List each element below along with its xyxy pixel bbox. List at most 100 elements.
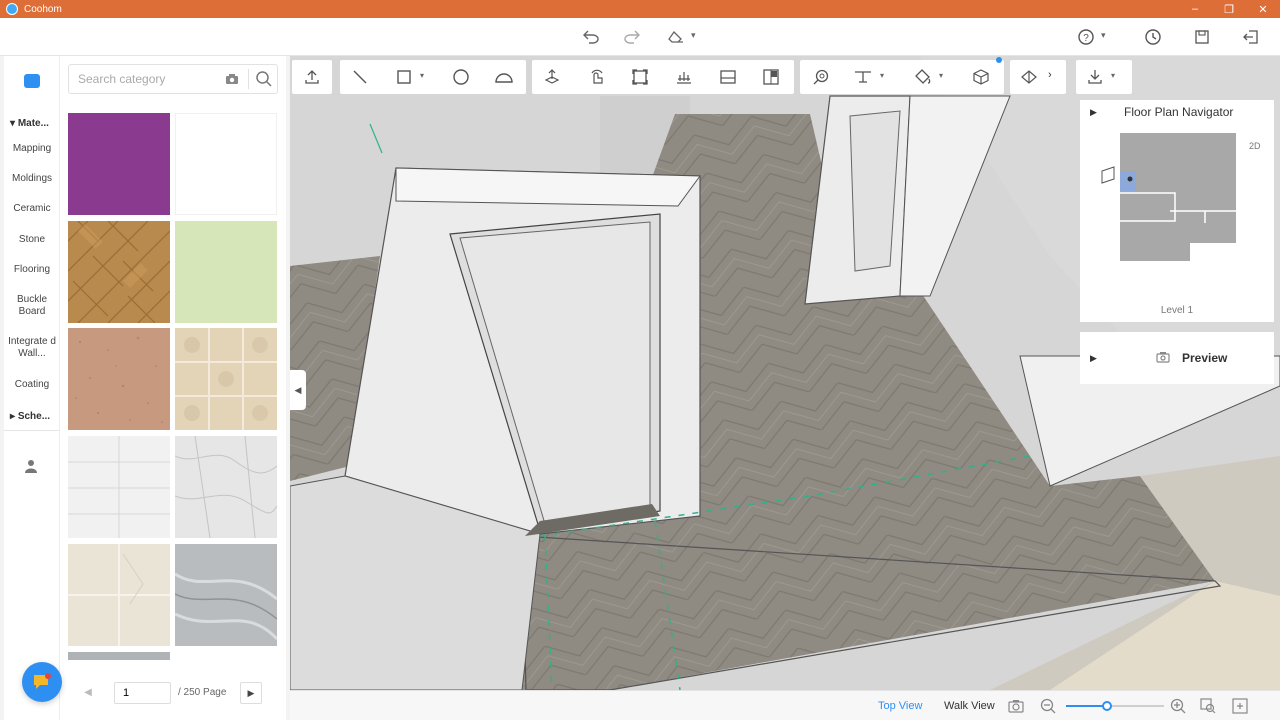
tab-top-view[interactable]: Top View xyxy=(878,700,922,712)
top-bar: ▾ ? ▾ xyxy=(0,18,1280,56)
rectangle-dropdown-icon[interactable]: ▾ xyxy=(420,71,424,80)
window-controls: – ❐ ✕ xyxy=(1178,0,1280,18)
material-swatch-partial[interactable] xyxy=(68,652,170,660)
material-swatch-beige-tile[interactable] xyxy=(175,328,277,430)
zoom-slider-knob[interactable] xyxy=(1102,701,1113,711)
preview-toggle-icon[interactable]: ▶ xyxy=(1090,353,1097,364)
clock-icon[interactable] xyxy=(1143,27,1163,47)
eraser-dropdown-icon[interactable]: ▾ xyxy=(691,30,696,41)
category-item-moldings[interactable]: Moldings xyxy=(4,173,60,185)
user-icon[interactable] xyxy=(24,459,38,473)
material-library-icon[interactable] xyxy=(24,74,40,88)
material-swatch-grey-marble[interactable] xyxy=(174,544,279,646)
redo-icon[interactable] xyxy=(622,27,642,47)
rectangle-tool-icon[interactable] xyxy=(394,67,414,87)
navigator-2d-toggle[interactable]: 2D xyxy=(1249,141,1261,151)
material-swatch-white-tile[interactable] xyxy=(68,436,170,538)
material-swatch-cream-marble[interactable] xyxy=(68,544,170,646)
category-item-buckle-board[interactable]: Buckle Board xyxy=(4,294,60,318)
maximize-button[interactable]: ❐ xyxy=(1212,0,1246,18)
navigator-toggle-icon[interactable]: ▶ xyxy=(1090,107,1097,118)
page-total-label: / 250 Page xyxy=(178,687,227,698)
prev-page-button[interactable]: ◀ xyxy=(78,682,98,702)
cube-icon[interactable] xyxy=(971,67,991,87)
line-tool-icon[interactable] xyxy=(350,67,370,87)
search-icon[interactable] xyxy=(255,70,273,88)
zoom-in-icon[interactable] xyxy=(1170,698,1186,714)
frame-select-icon[interactable] xyxy=(630,67,650,87)
scheme-category-header[interactable]: ▸ Sche... xyxy=(10,411,50,422)
align-icon[interactable] xyxy=(674,67,694,87)
zoom-fit-icon[interactable] xyxy=(1200,698,1216,714)
undo-icon[interactable] xyxy=(581,27,601,47)
exit-icon[interactable] xyxy=(1241,27,1261,47)
upload-icon[interactable] xyxy=(302,67,322,87)
help-icon[interactable]: ? xyxy=(1076,27,1096,47)
help-dropdown-icon[interactable]: ▾ xyxy=(1101,30,1106,41)
screenshot-icon[interactable] xyxy=(1008,698,1024,714)
cream-marble-texture xyxy=(68,544,170,646)
grey-marble-texture xyxy=(174,544,279,646)
measure-dropdown-icon[interactable]: ▾ xyxy=(880,71,884,80)
category-rail: ▾ Mate... Mapping Moldings Ceramic Stone… xyxy=(4,56,60,720)
arc-tool-icon[interactable] xyxy=(494,67,514,87)
circle-tool-icon[interactable] xyxy=(451,67,471,87)
save-icon[interactable] xyxy=(1192,27,1212,47)
camera-icon xyxy=(1156,352,1170,363)
category-item-integrated-wall[interactable]: Integrate d Wall... xyxy=(4,336,60,360)
material-swatch-terrazzo[interactable] xyxy=(68,328,170,430)
paint-bucket-icon[interactable] xyxy=(913,67,933,87)
paint-dropdown-icon[interactable]: ▾ xyxy=(939,71,943,80)
toolgroup-section: › xyxy=(996,57,1066,94)
category-item-stone[interactable]: Stone xyxy=(4,234,60,246)
measure-icon[interactable] xyxy=(853,67,873,87)
panel-collapse-handle[interactable]: ◀ xyxy=(290,370,306,410)
fullscreen-icon[interactable] xyxy=(1232,698,1248,714)
category-item-mapping[interactable]: Mapping xyxy=(4,143,60,155)
floor-plan-navigator: ▶ Floor Plan Navigator 2D Level 1 xyxy=(1080,100,1274,322)
push-pull-icon[interactable] xyxy=(542,67,562,87)
download-dropdown-icon[interactable]: ▾ xyxy=(1111,71,1115,80)
materials-category-label: Mate... xyxy=(17,118,49,129)
toolgroup-view: ▾ ▾ xyxy=(800,60,1004,94)
category-item-flooring[interactable]: Flooring xyxy=(4,264,60,276)
next-page-button[interactable]: ▶ xyxy=(240,682,262,704)
toolgroup-modify xyxy=(532,60,794,94)
material-swatch-herringbone-wood[interactable] xyxy=(67,220,171,324)
floor-plan-minimap[interactable] xyxy=(1100,133,1240,263)
chat-support-button[interactable] xyxy=(22,662,62,702)
material-swatch-white[interactable] xyxy=(175,113,277,215)
tab-walk-view[interactable]: Walk View xyxy=(944,700,995,712)
page-number-input[interactable] xyxy=(114,682,171,704)
camera-search-icon[interactable] xyxy=(225,73,239,85)
close-button[interactable]: ✕ xyxy=(1246,0,1280,18)
eraser-icon[interactable] xyxy=(666,27,686,47)
minimize-button[interactable]: – xyxy=(1178,0,1212,18)
chat-icon xyxy=(34,673,51,689)
herringbone-wood-texture xyxy=(67,220,171,324)
category-item-ceramic[interactable]: Ceramic xyxy=(4,203,60,215)
material-swatch-light-green[interactable] xyxy=(175,221,277,323)
svg-text:?: ? xyxy=(1083,33,1089,44)
panel-tool-icon[interactable] xyxy=(718,67,738,87)
more-tools-icon[interactable]: › xyxy=(1048,69,1052,81)
scheme-category-label: Sche... xyxy=(17,411,51,422)
material-swatch-white-marble[interactable] xyxy=(174,435,278,539)
zoom-slider[interactable] xyxy=(1066,701,1164,711)
section-cut-icon[interactable] xyxy=(1019,67,1039,87)
navigator-level-label: Level 1 xyxy=(1160,305,1194,316)
search-input[interactable] xyxy=(69,65,219,93)
download-icon[interactable] xyxy=(1085,67,1105,87)
category-item-coating[interactable]: Coating xyxy=(4,379,60,391)
rotate-hand-icon[interactable] xyxy=(587,67,607,87)
zoom-target-icon[interactable] xyxy=(811,67,831,87)
zoom-out-icon[interactable] xyxy=(1040,698,1056,714)
pagination: ◀ / 250 Page ▶ xyxy=(60,678,286,708)
toolgroup-export: ▾ xyxy=(1076,60,1132,94)
preview-panel[interactable]: ▶ Preview xyxy=(1080,332,1274,384)
material-panel: ◀ / 250 Page ▶ xyxy=(60,56,286,720)
material-swatch-purple[interactable] xyxy=(68,113,170,215)
layout-tool-icon[interactable] xyxy=(761,67,781,87)
bottom-bar: Top View Walk View xyxy=(290,690,1280,720)
materials-category-header[interactable]: ▾ Mate... xyxy=(10,118,49,129)
